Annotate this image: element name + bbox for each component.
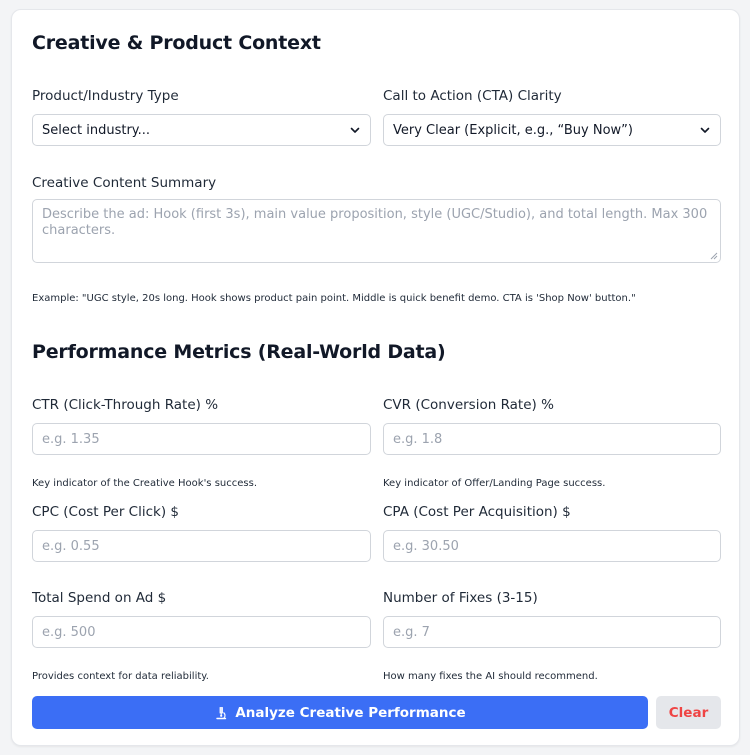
cvr-label: CVR (Conversion Rate) % <box>383 397 554 413</box>
cvr-hint: Key indicator of Offer/Landing Page succ… <box>383 478 606 489</box>
resize-handle-icon[interactable] <box>710 252 718 260</box>
cpc-label: CPC (Cost Per Click) $ <box>32 504 179 520</box>
fixes-hint: How many fixes the AI should recommend. <box>383 671 598 682</box>
clear-button[interactable]: Clear <box>656 696 721 729</box>
cta-select-value: Very Clear (Explicit, e.g., “Buy Now”) <box>393 122 633 138</box>
cpa-label: CPA (Cost Per Acquisition) $ <box>383 504 571 520</box>
fixes-input[interactable]: e.g. 7 <box>383 616 721 648</box>
fixes-placeholder: e.g. 7 <box>393 624 430 640</box>
summary-example-hint: Example: "UGC style, 20s long. Hook show… <box>32 293 636 304</box>
industry-select-value: Select industry... <box>42 122 151 138</box>
spend-placeholder: e.g. 500 <box>42 624 96 640</box>
summary-label: Creative Content Summary <box>32 175 217 191</box>
section-title-metrics: Performance Metrics (Real-World Data) <box>32 341 446 363</box>
microscope-icon <box>216 706 227 719</box>
cpc-input[interactable]: e.g. 0.55 <box>32 530 371 562</box>
summary-textarea[interactable]: Describe the ad: Hook (first 3s), main v… <box>32 199 721 263</box>
cpa-input[interactable]: e.g. 30.50 <box>383 530 721 562</box>
spend-hint: Provides context for data reliability. <box>32 671 209 682</box>
cpc-placeholder: e.g. 0.55 <box>42 538 100 554</box>
chevron-down-icon <box>700 127 710 133</box>
chevron-down-icon <box>350 127 360 133</box>
summary-placeholder: Describe the ad: Hook (first 3s), main v… <box>42 207 708 238</box>
cta-label: Call to Action (CTA) Clarity <box>383 88 562 104</box>
industry-select[interactable]: Select industry... <box>32 114 371 146</box>
ctr-input[interactable]: e.g. 1.35 <box>32 423 371 455</box>
cpa-placeholder: e.g. 30.50 <box>393 538 459 554</box>
ctr-hint: Key indicator of the Creative Hook's suc… <box>32 478 257 489</box>
fixes-label: Number of Fixes (3-15) <box>383 590 538 606</box>
section-title-creative: Creative & Product Context <box>32 32 321 54</box>
analyze-button-label: Analyze Creative Performance <box>235 704 466 721</box>
analyze-button[interactable]: Analyze Creative Performance <box>32 696 648 729</box>
spend-input[interactable]: e.g. 500 <box>32 616 371 648</box>
cta-select[interactable]: Very Clear (Explicit, e.g., “Buy Now”) <box>383 114 721 146</box>
spend-label: Total Spend on Ad $ <box>32 590 167 606</box>
form-card: Creative & Product Context Product/Indus… <box>11 9 740 746</box>
cvr-placeholder: e.g. 1.8 <box>393 431 443 447</box>
industry-label: Product/Industry Type <box>32 88 179 104</box>
ctr-label: CTR (Click-Through Rate) % <box>32 397 219 413</box>
ctr-placeholder: e.g. 1.35 <box>42 431 100 447</box>
cvr-input[interactable]: e.g. 1.8 <box>383 423 721 455</box>
